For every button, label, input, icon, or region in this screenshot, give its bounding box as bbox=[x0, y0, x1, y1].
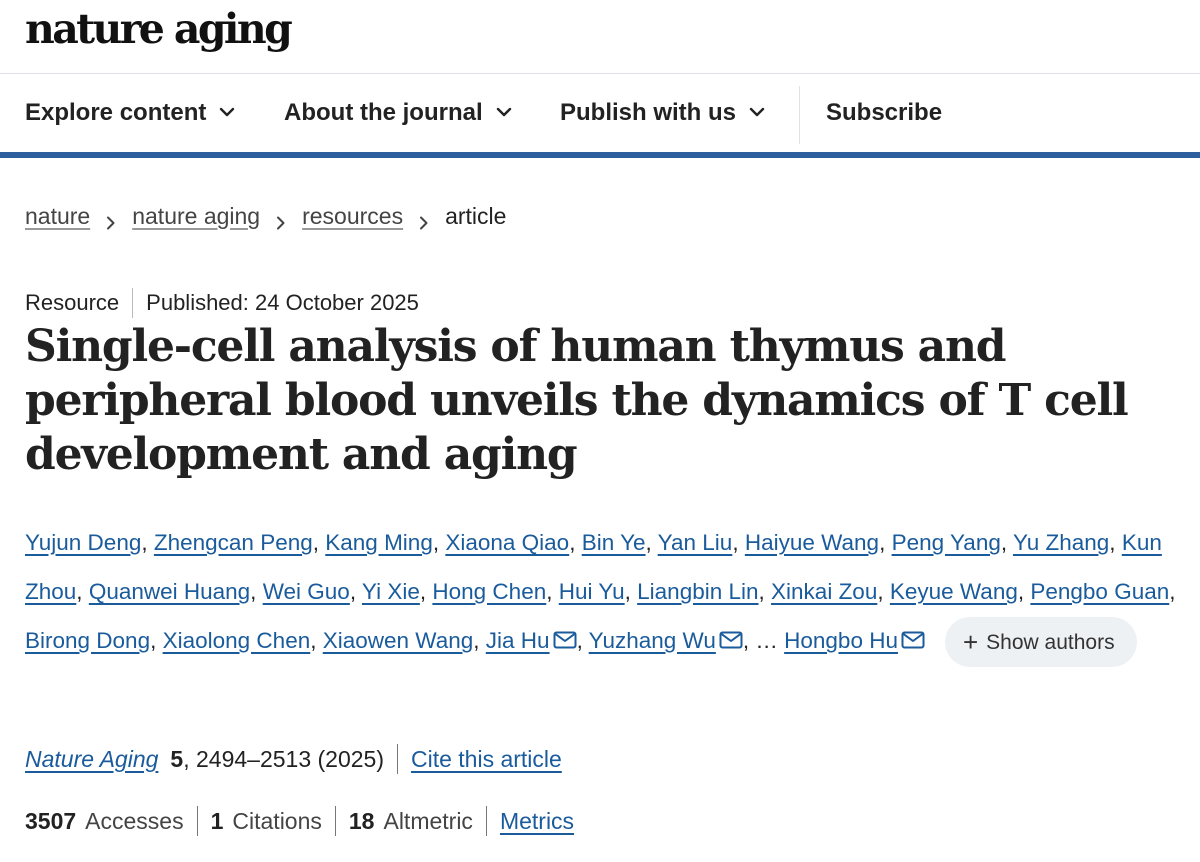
altmetric-count: 18 bbox=[348, 807, 375, 834]
main-nav: Explore content About the journal Publis… bbox=[0, 74, 1200, 158]
metrics-bar: 3507 Accesses 1 Citations 18 Altmetric M… bbox=[25, 804, 574, 838]
author-link[interactable]: Yu Zhang bbox=[1013, 530, 1109, 555]
article-meta: Resource Published: 24 October 2025 bbox=[25, 287, 419, 319]
chevron-right-icon bbox=[104, 209, 118, 230]
nav-label: Explore content bbox=[25, 99, 207, 126]
nav-publish-with-us[interactable]: Publish with us bbox=[560, 74, 765, 152]
show-authors-label: Show authors bbox=[986, 630, 1115, 654]
article-type: Resource bbox=[25, 290, 120, 315]
email-icon[interactable] bbox=[719, 617, 743, 649]
author-link[interactable]: Birong Dong bbox=[25, 628, 150, 653]
show-authors-button[interactable]: + Show authors bbox=[944, 617, 1137, 668]
divider bbox=[334, 806, 336, 836]
author-link[interactable]: Wei Guo bbox=[263, 579, 350, 604]
brand-bar: nature aging bbox=[0, 0, 1200, 74]
nav-divider bbox=[799, 86, 800, 144]
author-link[interactable]: Zhengcan Peng bbox=[154, 530, 313, 555]
chevron-right-icon bbox=[274, 209, 288, 230]
author-link[interactable]: Hong Chen bbox=[432, 579, 546, 604]
author-link[interactable]: Hui Yu bbox=[559, 579, 625, 604]
chevron-down-icon bbox=[496, 104, 512, 120]
author-link[interactable]: Quanwei Huang bbox=[89, 579, 250, 604]
breadcrumb-link[interactable]: nature aging bbox=[132, 203, 260, 230]
accesses-count: 3507 bbox=[25, 807, 77, 834]
nav-label: Publish with us bbox=[560, 99, 737, 126]
email-icon[interactable] bbox=[901, 617, 925, 649]
nav-explore-content[interactable]: Explore content bbox=[25, 74, 235, 152]
altmetric-label: Altmetric bbox=[383, 807, 473, 834]
breadcrumb-current: article bbox=[445, 202, 507, 229]
journal-link[interactable]: Nature Aging bbox=[25, 746, 158, 773]
author-link[interactable]: Xinkai Zou bbox=[771, 579, 877, 604]
citations-count: 1 bbox=[210, 807, 224, 834]
author-link[interactable]: Yujun Deng bbox=[25, 530, 141, 555]
author-link[interactable]: Liangbin Lin bbox=[637, 579, 758, 604]
author-link[interactable]: Haiyue Wang bbox=[745, 530, 879, 555]
volume: 5 bbox=[170, 745, 184, 772]
metrics-link[interactable]: Metrics bbox=[500, 808, 574, 835]
breadcrumb-link[interactable]: nature bbox=[25, 203, 90, 230]
author-link[interactable]: Yi Xie bbox=[362, 579, 420, 604]
nav-about-journal[interactable]: About the journal bbox=[284, 74, 512, 152]
author-link[interactable]: Jia Hu bbox=[486, 628, 550, 653]
author-link[interactable]: Bin Ye bbox=[582, 530, 646, 555]
divider bbox=[132, 288, 134, 318]
author-list: Yujun Deng, Zhengcan Peng, Kang Ming, Xi… bbox=[25, 518, 1190, 668]
nav-label: About the journal bbox=[284, 99, 483, 126]
chevron-down-icon bbox=[749, 104, 765, 120]
divider bbox=[396, 744, 398, 774]
nav-subscribe[interactable]: Subscribe bbox=[826, 74, 942, 152]
breadcrumb-link[interactable]: resources bbox=[302, 203, 403, 230]
author-link[interactable]: Xiaowen Wang bbox=[323, 628, 474, 653]
chevron-down-icon bbox=[219, 104, 235, 120]
author-link[interactable]: Peng Yang bbox=[892, 530, 1001, 555]
citations-label: Citations bbox=[232, 807, 322, 834]
ellipsis: … bbox=[755, 628, 778, 653]
breadcrumb: nature nature aging resources article bbox=[25, 196, 506, 236]
citation-line: Nature Aging 5 , 2494–2513 (2025) Cite t… bbox=[25, 742, 562, 776]
divider bbox=[196, 806, 198, 836]
author-link[interactable]: Yuzhang Wu bbox=[589, 628, 716, 653]
pages-year: , 2494–2513 (2025) bbox=[183, 745, 384, 772]
author-link[interactable]: Yan Liu bbox=[658, 530, 733, 555]
author-link[interactable]: Xiaolong Chen bbox=[163, 628, 311, 653]
author-link[interactable]: Kang Ming bbox=[325, 530, 433, 555]
author-link[interactable]: Keyue Wang bbox=[890, 579, 1018, 604]
author-link[interactable]: Hongbo Hu bbox=[784, 628, 898, 653]
article-title: Single-cell analysis of human thymus and… bbox=[25, 321, 1129, 480]
email-icon[interactable] bbox=[553, 617, 577, 649]
author-link[interactable]: Pengbo Guan bbox=[1030, 579, 1169, 604]
plus-icon: + bbox=[962, 627, 979, 658]
divider bbox=[485, 806, 487, 836]
cite-article-link[interactable]: Cite this article bbox=[411, 746, 562, 773]
author-link[interactable]: Xiaona Qiao bbox=[445, 530, 569, 555]
nav-label: Subscribe bbox=[826, 99, 943, 126]
chevron-right-icon bbox=[417, 209, 431, 230]
journal-logo[interactable]: nature aging bbox=[25, 4, 293, 54]
accesses-label: Accesses bbox=[85, 807, 184, 834]
published-date: Published: 24 October 2025 bbox=[146, 290, 419, 315]
